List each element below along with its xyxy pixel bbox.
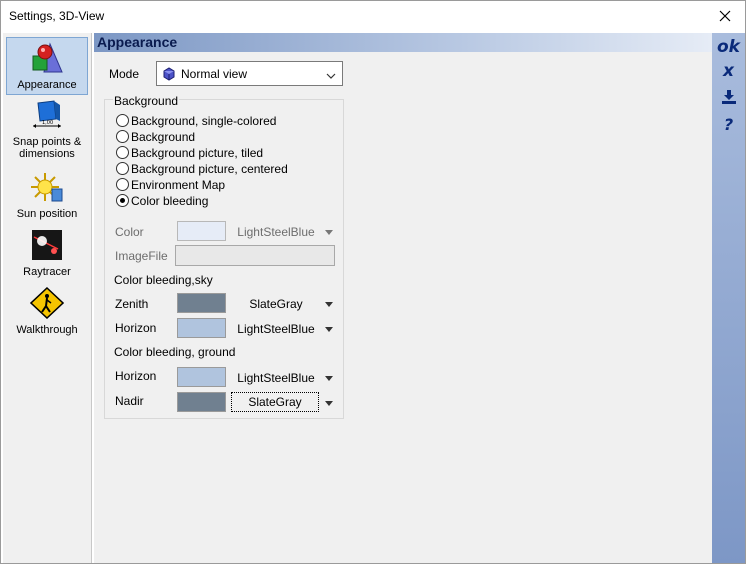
chevron-down-icon: [326, 69, 336, 83]
sidebar: Appearance 1,00 Snap points & dimensions: [3, 33, 92, 563]
radio-background-single-colored[interactable]: Background, single-colored: [116, 113, 276, 128]
color-label: Color: [115, 225, 144, 239]
sidebar-item-sun-position[interactable]: Sun position: [6, 171, 88, 223]
dropdown-arrow-icon[interactable]: [325, 302, 333, 307]
radio-button[interactable]: [116, 178, 129, 191]
sidebar-item-label: Sun position: [16, 208, 78, 220]
raytracer-icon: [30, 229, 64, 264]
radio-background-picture-tiled[interactable]: Background picture, tiled: [116, 145, 263, 160]
help-icon[interactable]: ?: [712, 115, 745, 134]
section-title: Appearance: [97, 34, 178, 50]
radio-background-picture-centered[interactable]: Background picture, centered: [116, 161, 288, 176]
cube-dimension-icon: 1,00: [30, 99, 64, 134]
zenith-color-name[interactable]: SlateGray: [233, 297, 319, 311]
zenith-swatch[interactable]: [177, 293, 226, 313]
sidebar-item-raytracer[interactable]: Raytracer: [6, 229, 88, 281]
background-group-label: Background: [113, 94, 180, 108]
nadir-swatch[interactable]: [177, 392, 226, 412]
dropdown-arrow-icon[interactable]: [325, 327, 333, 332]
imagefile-input: [175, 245, 335, 266]
view-cube-icon: [162, 67, 176, 84]
radio-label: Background picture, centered: [131, 161, 288, 176]
radio-label: Color bleeding: [131, 193, 209, 208]
sidebar-item-label: Appearance: [17, 79, 77, 91]
radio-button-selected[interactable]: [116, 194, 129, 207]
section-header: Appearance: [94, 33, 712, 52]
ground-horizon-color-name[interactable]: LightSteelBlue: [233, 371, 319, 385]
dropdown-arrow-icon[interactable]: [325, 376, 333, 381]
radio-label: Background picture, tiled: [131, 145, 264, 160]
imagefile-label: ImageFile: [115, 249, 168, 263]
radio-color-bleeding[interactable]: Color bleeding: [116, 193, 208, 208]
nadir-color-name[interactable]: SlateGray: [231, 392, 319, 412]
mode-value: Normal view: [181, 67, 248, 81]
radio-environment-map[interactable]: Environment Map: [116, 177, 225, 192]
close-icon[interactable]: [705, 1, 745, 31]
radio-label: Background, single-colored: [131, 113, 277, 128]
save-icon[interactable]: [712, 89, 745, 108]
sidebar-item-label: Raytracer: [23, 266, 71, 278]
walkthrough-icon: [29, 286, 65, 322]
color-swatch: [177, 221, 226, 241]
ground-horizon-swatch[interactable]: [177, 367, 226, 387]
radio-button[interactable]: [116, 130, 129, 143]
title-bar: Settings, 3D-View: [1, 1, 745, 32]
action-bar: ok x ?: [712, 33, 745, 563]
sidebar-item-label: Walkthrough: [16, 324, 78, 336]
sky-horizon-label: Horizon: [115, 321, 157, 335]
settings-window: Settings, 3D-View Appearance 1,00 Snap p…: [0, 0, 746, 564]
sidebar-item-snap-points[interactable]: 1,00 Snap points & dimensions: [6, 99, 88, 163]
radio-button[interactable]: [116, 146, 129, 159]
ground-section-label: Color bleeding, ground: [114, 345, 236, 359]
dropdown-arrow-icon[interactable]: [325, 401, 333, 406]
mode-label: Mode: [109, 67, 140, 81]
dropdown-arrow-icon[interactable]: [325, 230, 333, 235]
radio-background[interactable]: Background: [116, 129, 195, 144]
cancel-button[interactable]: x: [712, 61, 745, 81]
window-title: Settings, 3D-View: [9, 9, 105, 23]
shapes-icon: [30, 42, 64, 77]
radio-button[interactable]: [116, 114, 129, 127]
sky-horizon-swatch[interactable]: [177, 318, 226, 338]
nadir-label: Nadir: [115, 394, 144, 408]
sun-icon: [30, 171, 64, 206]
sidebar-item-appearance[interactable]: Appearance: [6, 37, 88, 95]
color-name: LightSteelBlue: [237, 225, 315, 239]
sidebar-item-walkthrough[interactable]: Walkthrough: [6, 286, 88, 341]
zenith-label: Zenith: [115, 297, 149, 311]
sky-section-label: Color bleeding,sky: [114, 273, 213, 287]
radio-button[interactable]: [116, 162, 129, 175]
sky-horizon-color-name[interactable]: LightSteelBlue: [233, 322, 319, 336]
ok-button[interactable]: ok: [712, 37, 745, 57]
sidebar-item-label: Snap points & dimensions: [12, 136, 82, 160]
svg-text:1,00: 1,00: [42, 120, 53, 126]
radio-label: Environment Map: [131, 177, 226, 192]
ground-horizon-label: Horizon: [115, 369, 157, 383]
radio-label: Background: [131, 129, 196, 144]
mode-select[interactable]: Normal view: [156, 61, 343, 86]
